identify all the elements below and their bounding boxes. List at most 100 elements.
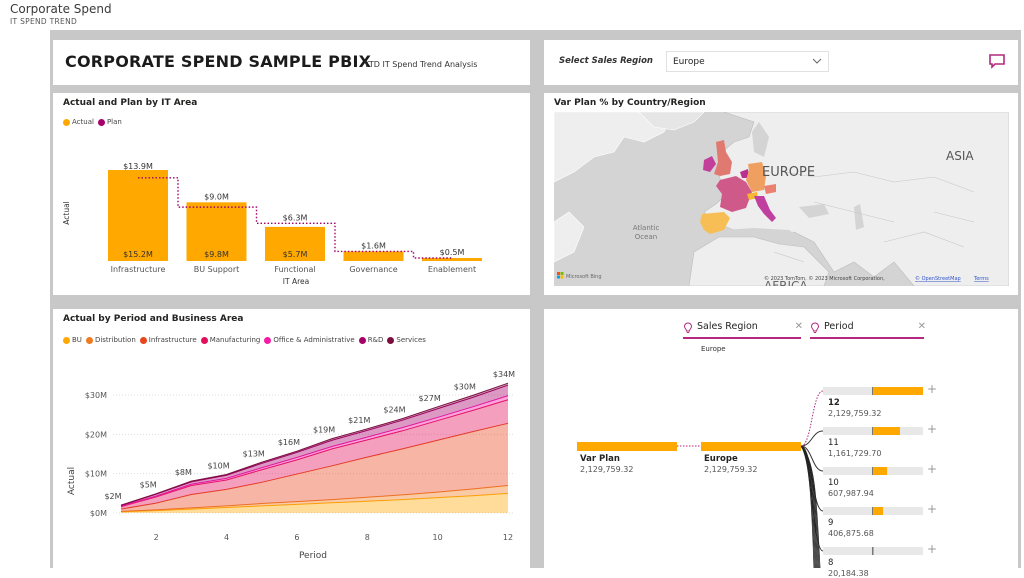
y-tick-label: $30M xyxy=(85,391,107,400)
map-label-ocean-2: Ocean xyxy=(635,233,657,241)
expand-plus-icon[interactable]: + xyxy=(927,542,937,556)
node-bar-track[interactable] xyxy=(823,387,923,395)
map-label-europe: EUROPE xyxy=(762,165,815,180)
report-canvas: CORPORATE SPEND SAMPLE PBIX YTD IT Spend… xyxy=(50,30,1021,578)
x-axis-label: IT Area xyxy=(283,277,309,286)
data-label-actual: $15.2M xyxy=(123,250,153,259)
node-bar-fill xyxy=(873,387,923,395)
report-subtitle: YTD IT Spend Trend Analysis xyxy=(364,60,478,69)
area-chart: Actual Period $0M $10M $20M $30M 2 4 6 8 10 12 $2M… xyxy=(67,370,515,561)
x-tick-label: Functional xyxy=(274,265,315,274)
map-attribution: © 2023 TomTom, © 2023 Microsoft Corporat… xyxy=(764,275,885,282)
actual-by-period-business-area-visual: Actual by Period and Business Area BU Dis… xyxy=(53,309,530,568)
node-value: 20,184.38 xyxy=(828,569,869,578)
x-tick-label: Infrastructure xyxy=(111,265,166,274)
x-tick-label: 8 xyxy=(365,533,370,542)
data-label-total: $10M xyxy=(207,461,229,470)
page-subtitle: IT SPEND TREND xyxy=(10,17,78,26)
data-label-total: $24M xyxy=(383,406,405,415)
x-tick-label: 6 xyxy=(294,533,299,542)
data-label-total: $21M xyxy=(348,416,370,425)
node-bar-track[interactable] xyxy=(823,547,923,555)
report-title: CORPORATE SPEND SAMPLE PBIX xyxy=(65,52,372,71)
region-slicer-panel: Select Sales Region Europe xyxy=(544,40,1018,85)
data-label-plan: $1.6M xyxy=(361,241,386,250)
y-tick-label: $10M xyxy=(85,470,107,479)
y-tick-label: $0M xyxy=(90,509,107,518)
sales-region-dropdown[interactable]: Europe xyxy=(666,51,829,72)
var-plan-map-visual: Var Plan % by Country/Region EUROPE ASIA… xyxy=(544,93,1018,295)
data-label-total: $30M xyxy=(454,382,476,391)
data-label-plan: $0.5M xyxy=(440,248,465,257)
node-bar-baseline xyxy=(872,507,873,515)
europe-node-bar[interactable] xyxy=(701,442,801,451)
node-label: 12 xyxy=(828,398,840,408)
x-tick-label: 12 xyxy=(503,533,513,542)
decomposition-tree-visual: Sales Region ✕ Europe Period ✕ Var Plan … xyxy=(544,309,1018,578)
node-value: 406,875.68 xyxy=(828,529,874,538)
data-label-actual: $9.8M xyxy=(204,250,229,259)
data-label-actual: $5.7M xyxy=(283,250,308,259)
bar-chart: Actual IT Area Infrastructure $13.9M $15.2… xyxy=(62,162,482,286)
node-value: 2,129,759.32 xyxy=(828,409,882,418)
root-node-label: Var Plan xyxy=(580,454,620,464)
y-axis-label: Actual xyxy=(67,467,77,495)
data-label-total: $13M xyxy=(243,449,265,458)
bar-actual[interactable] xyxy=(343,251,404,261)
map-label-ocean: Atlantic xyxy=(633,224,660,232)
data-label-total: $27M xyxy=(419,394,441,403)
node-bar-baseline xyxy=(872,387,873,395)
node-label: 11 xyxy=(828,438,839,448)
data-label-plan: $9.0M xyxy=(204,192,229,201)
x-tick-label: Governance xyxy=(349,265,397,274)
openstreetmap-link[interactable]: © OpenStreetMap xyxy=(915,275,961,282)
europe-node-label: Europe xyxy=(704,454,738,464)
node-bar-track[interactable] xyxy=(823,467,923,475)
bar-actual[interactable] xyxy=(422,258,482,261)
x-tick-label: 10 xyxy=(433,533,443,542)
x-tick-label: 4 xyxy=(224,533,229,542)
root-node-bar[interactable] xyxy=(577,442,677,451)
x-tick-label: 2 xyxy=(154,533,159,542)
slicer-label: Select Sales Region xyxy=(559,56,653,66)
expand-plus-icon[interactable]: + xyxy=(927,502,937,516)
app-title: Corporate Spend xyxy=(10,2,112,16)
expand-plus-icon[interactable]: + xyxy=(927,462,937,476)
map[interactable]: EUROPE ASIA AFRICA Atlantic Ocean Micros… xyxy=(554,112,1009,286)
expand-plus-icon[interactable]: + xyxy=(927,422,937,436)
terms-link[interactable]: Terms xyxy=(973,276,989,282)
data-label-total: $16M xyxy=(278,438,300,447)
node-label: 9 xyxy=(828,518,834,528)
data-label-plan: $6.3M xyxy=(283,213,308,222)
x-tick-label: Enablement xyxy=(428,265,476,274)
tree-connectors xyxy=(677,390,824,568)
data-label-total: $34M xyxy=(493,370,515,379)
y-axis-label: Actual xyxy=(62,201,71,225)
node-label: 10 xyxy=(828,478,839,488)
node-bar-track[interactable] xyxy=(823,427,923,435)
title-panel: CORPORATE SPEND SAMPLE PBIX YTD IT Spend… xyxy=(53,40,530,85)
node-bar-baseline xyxy=(872,467,873,475)
node-value: 607,987.94 xyxy=(828,489,874,498)
actual-plan-by-it-area-visual: Actual and Plan by IT Area Actual Plan A… xyxy=(53,93,530,295)
node-bar-fill xyxy=(873,467,888,475)
data-label-plan: $13.9M xyxy=(123,162,153,171)
bar-actual[interactable] xyxy=(108,170,168,261)
expand-plus-icon[interactable]: + xyxy=(927,382,937,396)
node-bar-fill xyxy=(873,427,901,435)
node-bar-track[interactable] xyxy=(823,507,923,515)
data-label-total: $5M xyxy=(140,481,157,490)
comment-icon[interactable] xyxy=(988,52,1006,70)
node-label: 8 xyxy=(828,558,834,568)
root-node-value: 2,129,759.32 xyxy=(580,465,634,474)
node-bar-baseline xyxy=(872,427,873,435)
node-bar-fill xyxy=(873,547,874,555)
map-label-asia: ASIA xyxy=(946,149,974,163)
x-axis-label: Period xyxy=(299,551,327,561)
node-bar-fill xyxy=(873,507,883,515)
bing-label: Microsoft Bing xyxy=(566,274,602,280)
map-canvas: EUROPE ASIA AFRICA Atlantic Ocean Micros… xyxy=(554,112,1009,286)
x-tick-label: BU Support xyxy=(194,265,240,274)
data-label-total: $19M xyxy=(313,426,335,435)
node-value: 1,161,729.70 xyxy=(828,449,882,458)
